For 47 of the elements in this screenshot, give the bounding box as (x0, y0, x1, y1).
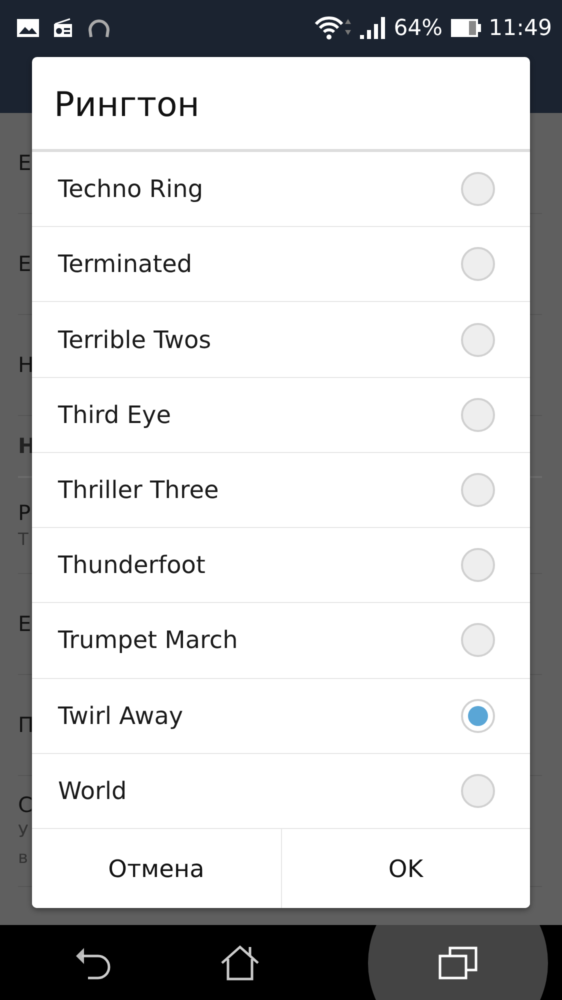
radio-button[interactable] (461, 774, 495, 808)
option-label: Third Eye (58, 400, 171, 429)
recent-apps-icon[interactable] (438, 946, 478, 980)
ringtone-option[interactable]: Terrible Twos (32, 302, 530, 378)
battery-icon (450, 19, 481, 37)
setting-title: Н (18, 352, 32, 379)
option-label: Trumpet March (58, 626, 238, 654)
ok-button[interactable]: OK (282, 829, 530, 908)
setting-title: С (18, 792, 32, 819)
setting-title: Р (18, 500, 32, 526)
image-icon (17, 19, 39, 37)
setting-title: Е (18, 251, 32, 278)
ringtone-option[interactable]: Third Eye (32, 378, 530, 453)
signal-icon (360, 17, 386, 39)
option-label: Twirl Away (58, 702, 184, 730)
option-label: Techno Ring (58, 175, 204, 204)
radio-button[interactable] (461, 172, 495, 206)
radio-button[interactable] (461, 698, 495, 733)
setting-title: П (18, 712, 32, 739)
option-label: Thunderfoot (58, 551, 206, 580)
home-icon[interactable] (220, 944, 260, 980)
option-label: World (58, 776, 127, 805)
setting-title: Е (18, 150, 32, 177)
option-label: Thriller Three (58, 476, 219, 504)
battery-percent: 64% (394, 16, 443, 40)
headset-icon (87, 17, 111, 39)
cancel-button[interactable]: Отмена (32, 829, 282, 908)
radio-button[interactable] (461, 398, 495, 432)
ringtone-option[interactable]: Thriller Three (32, 452, 530, 528)
radio-icon (53, 18, 73, 38)
ringtone-option[interactable]: Trumpet March (32, 603, 530, 679)
radio-button[interactable] (461, 247, 495, 282)
back-icon[interactable] (74, 946, 112, 980)
ringtone-option[interactable]: Techno Ring (32, 152, 530, 228)
option-label: Terrible Twos (58, 326, 212, 354)
clock: 11:49 (488, 16, 552, 40)
setting-title: Е (18, 611, 32, 638)
radio-button[interactable] (461, 472, 495, 507)
radio-button[interactable] (461, 322, 495, 357)
ringtone-option[interactable]: Thunderfoot (32, 528, 530, 604)
ringtone-option[interactable]: Terminated (32, 227, 530, 302)
ringtone-option[interactable]: Twirl Away (32, 678, 530, 754)
wifi-icon (314, 16, 352, 40)
radio-button[interactable] (461, 623, 495, 658)
option-label: Terminated (58, 250, 192, 278)
radio-button[interactable] (461, 548, 495, 582)
dialog-title: Рингтон (32, 57, 530, 152)
